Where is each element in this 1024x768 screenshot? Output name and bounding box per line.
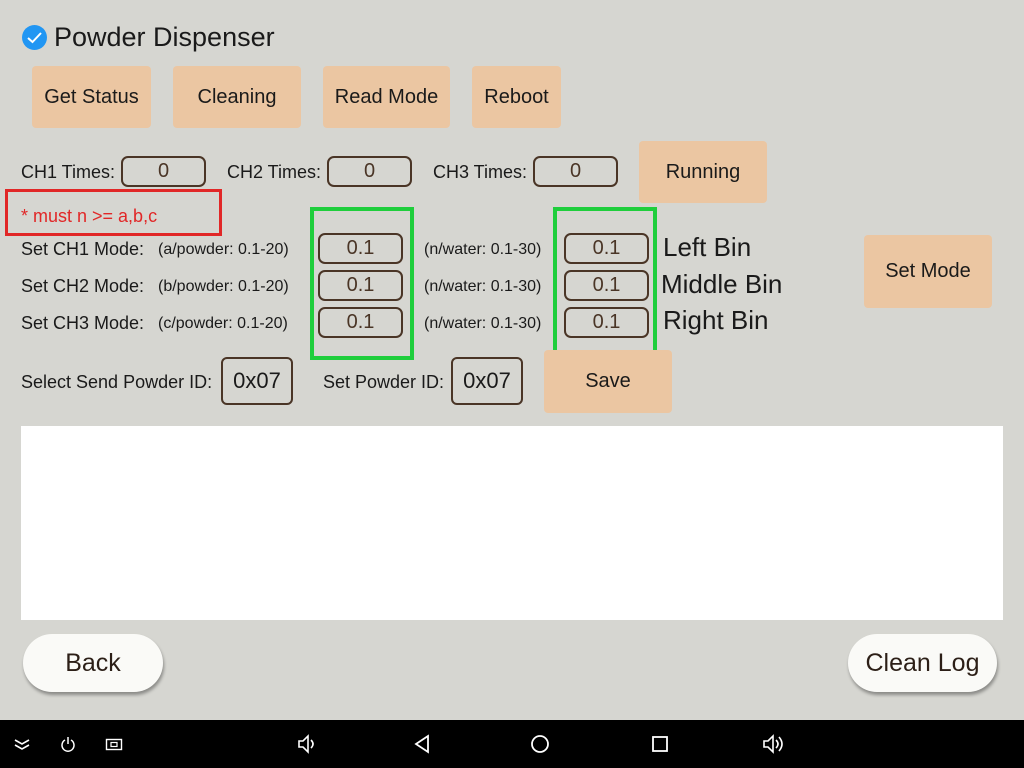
log-area[interactable]: [21, 426, 1003, 620]
volume-up-icon[interactable]: [758, 720, 790, 768]
left-bin-label: Left Bin: [663, 232, 752, 262]
select-powder-id-label: Select Send Powder ID:: [21, 372, 213, 392]
ch3-water-field[interactable]: 0.1: [564, 307, 649, 338]
ch3-times-field[interactable]: 0: [533, 156, 618, 187]
ch3-times-label: CH3 Times:: [433, 162, 528, 182]
warning-text: * must n >= a,b,c: [21, 206, 158, 226]
home-icon[interactable]: [524, 720, 556, 768]
ch1-water-field[interactable]: 0.1: [564, 233, 649, 264]
ch3-powder-hint: (c/powder: 0.1-20): [158, 315, 288, 332]
checked-icon: [22, 25, 47, 50]
running-button[interactable]: Running: [639, 141, 767, 203]
select-powder-id-field[interactable]: 0x07: [221, 357, 293, 405]
back-button[interactable]: Back: [23, 634, 163, 692]
set-mode-button[interactable]: Set Mode: [864, 235, 992, 308]
set-powder-id-field[interactable]: 0x07: [451, 357, 523, 405]
ch1-mode-label: Set CH1 Mode:: [21, 239, 145, 259]
ch3-powder-field[interactable]: 0.1: [318, 307, 403, 338]
set-powder-id-label: Set Powder ID:: [323, 372, 445, 392]
ch2-water-field[interactable]: 0.1: [564, 270, 649, 301]
middle-bin-label: Middle Bin: [661, 269, 783, 299]
ch2-powder-hint: (b/powder: 0.1-20): [158, 278, 289, 295]
ch1-times-label: CH1 Times:: [21, 162, 116, 182]
volume-down-icon[interactable]: [292, 720, 324, 768]
system-nav-bar: [0, 720, 1024, 768]
ch2-water-hint: (n/water: 0.1-30): [424, 278, 542, 295]
ch2-powder-field[interactable]: 0.1: [318, 270, 403, 301]
read-mode-button[interactable]: Read Mode: [323, 66, 450, 128]
ch2-mode-label: Set CH2 Mode:: [21, 276, 145, 296]
chevrons-down-icon[interactable]: [8, 720, 36, 768]
ch2-times-field[interactable]: 0: [327, 156, 412, 187]
ch3-mode-label: Set CH3 Mode:: [21, 313, 145, 333]
ch1-powder-hint: (a/powder: 0.1-20): [158, 241, 289, 258]
power-icon[interactable]: [54, 720, 82, 768]
back-icon[interactable]: [406, 720, 438, 768]
clean-log-button[interactable]: Clean Log: [848, 634, 997, 692]
page-title: Powder Dispenser: [54, 22, 275, 52]
ch1-times-field[interactable]: 0: [121, 156, 206, 187]
recents-icon[interactable]: [644, 720, 676, 768]
save-button[interactable]: Save: [544, 350, 672, 413]
reboot-button[interactable]: Reboot: [472, 66, 561, 128]
right-bin-label: Right Bin: [663, 305, 769, 335]
get-status-button[interactable]: Get Status: [32, 66, 151, 128]
ch1-water-hint: (n/water: 0.1-30): [424, 241, 542, 258]
cleaning-button[interactable]: Cleaning: [173, 66, 301, 128]
ch2-times-label: CH2 Times:: [227, 162, 322, 182]
screenshot-icon[interactable]: [100, 720, 128, 768]
ch3-water-hint: (n/water: 0.1-30): [424, 315, 542, 332]
ch1-powder-field[interactable]: 0.1: [318, 233, 403, 264]
